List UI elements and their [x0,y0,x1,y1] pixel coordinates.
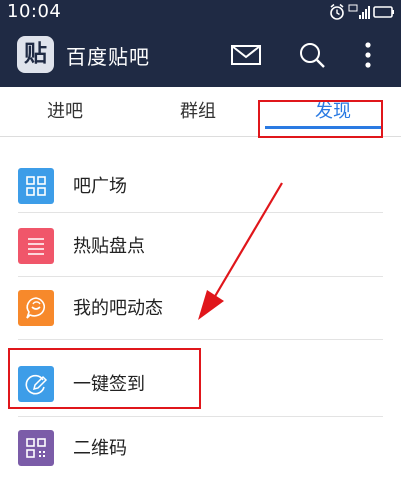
annotation-arrow [198,182,283,320]
